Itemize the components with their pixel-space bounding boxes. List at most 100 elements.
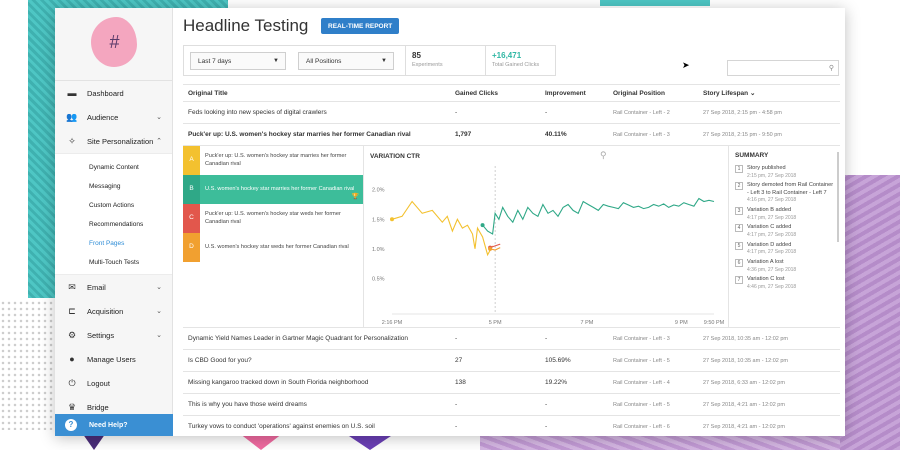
subnav-item-messaging[interactable]: Messaging <box>55 177 172 196</box>
position-select[interactable]: All Positions ▼ <box>298 52 394 70</box>
gained-clicks-cell: - <box>455 401 458 408</box>
event-body: Story published 2:15 pm, 27 Sep 2018 <box>747 165 796 179</box>
event-body: Variation B added 4:17 pm, 27 Sep 2018 <box>747 207 796 221</box>
sidebar-item-email[interactable]: ✉ Email ⌄ <box>55 275 172 299</box>
table-rows-bottom: Dynamic Yield Names Leader in Gartner Ma… <box>183 328 840 436</box>
sidebar-nav: ▬ Dashboard 👥 Audience ⌄ ✧ Site Personalizatio… <box>55 80 172 419</box>
gained-clicks-cell: - <box>455 335 458 342</box>
variation-ctr-chart: VARIATION CTR ⚲ 2.0% 1.5% 1.0% 0.5% 2:16 PM 5… <box>363 146 729 328</box>
magic-wand-icon: ✧ <box>68 135 76 146</box>
sidebar-item-label: Audience <box>87 112 119 122</box>
gained-clicks-stat: +16,471 Total Gained Clicks <box>485 46 557 75</box>
table-row[interactable]: This is why you have those weird dreams -… <box>183 394 840 416</box>
event-date: 4:17 pm, 27 Sep 2018 <box>747 249 797 256</box>
table-row[interactable]: Missing kangaroo tracked down in South F… <box>183 372 840 394</box>
column-header-improvement[interactable]: Improvement <box>545 85 586 101</box>
table-row[interactable]: Dynamic Yield Names Leader in Gartner Ma… <box>183 328 840 350</box>
chevron-down-icon: ▼ <box>381 58 387 64</box>
chevron-down-icon: ⌄ <box>156 308 162 315</box>
subnav-item-front-pages[interactable]: Front Pages <box>55 234 172 253</box>
event-text: Variation D added <box>747 241 792 248</box>
variation-item-c[interactable]: C Puck'er up: U.S. women's hockey star we… <box>183 204 363 233</box>
date-range-value: Last 7 days <box>198 57 232 65</box>
background-dots <box>0 300 60 430</box>
variation-badge: D <box>183 233 200 262</box>
summary-event: 5 Variation D added 4:17 pm, 27 Sep 2018 <box>735 241 834 256</box>
mouse-cursor: ➤ <box>682 60 690 70</box>
variation-list: A Puck'er up: U.S. women's hockey star ma… <box>183 146 363 328</box>
position-cell: Rail Container - Left - 3 <box>613 131 670 138</box>
improvement-cell: - <box>545 109 548 116</box>
sidebar-subnav: Dynamic Content Messaging Custom Actions Re… <box>55 153 172 275</box>
chevron-down-icon: ⌄ <box>156 114 162 121</box>
sidebar-item-dashboard[interactable]: ▬ Dashboard <box>55 81 172 105</box>
dashboard-icon: ▬ <box>67 88 77 98</box>
position-cell: Rail Container - Left - 4 <box>613 379 670 386</box>
gained-clicks-cell: 1,797 <box>455 131 472 138</box>
sidebar-item-audience[interactable]: 👥 Audience ⌄ <box>55 105 172 129</box>
variation-item-d[interactable]: D U.S. women's hockey star weds her forme… <box>183 233 363 262</box>
event-date: 2:15 pm, 27 Sep 2018 <box>747 172 797 179</box>
subnav-item-multi-touch-tests[interactable]: Multi-Touch Tests <box>55 253 172 272</box>
gained-clicks-cell: 27 <box>455 357 463 364</box>
sidebar-item-acquisition[interactable]: ⊏ Acquisition ⌄ <box>55 299 172 323</box>
improvement-cell: - <box>545 423 548 430</box>
variation-text: Puck'er up: U.S. women's hockey star wed… <box>205 210 341 225</box>
column-header-original-position[interactable]: Original Position <box>613 85 665 101</box>
sidebar-item-logout[interactable]: ⏻ Logout <box>55 371 172 395</box>
event-date: 4:17 pm, 27 Sep 2018 <box>747 231 797 238</box>
trophy-icon: 🏆 <box>351 193 359 200</box>
lifespan-cell: 27 Sep 2018, 6:33 am - 12:02 pm <box>703 379 785 386</box>
sidebar-item-site-personalization[interactable]: ✧ Site Personalization ⌃ <box>55 129 172 153</box>
acquisition-icon: ⊏ <box>68 305 76 316</box>
search-input[interactable]: ⚲ <box>727 60 839 76</box>
sidebar-item-label: Site Personalization <box>87 136 154 146</box>
event-number: 2 <box>735 182 743 191</box>
settings-icon: ⚙ <box>67 329 77 340</box>
table-row[interactable]: Feds looking into new species of digital… <box>183 102 840 124</box>
event-body: Variation D added 4:17 pm, 27 Sep 2018 <box>747 242 796 256</box>
variation-item-b[interactable]: B U.S. women's hockey star marries her fo… <box>183 175 363 204</box>
event-number: 4 <box>735 224 743 233</box>
audience-icon: 👥 <box>66 111 78 122</box>
event-text: Variation B added <box>747 207 792 214</box>
column-header-original-title[interactable]: Original Title <box>188 85 228 101</box>
chevron-down-icon: ▼ <box>273 58 279 64</box>
variation-item-a[interactable]: A Puck'er up: U.S. women's hockey star ma… <box>183 146 363 175</box>
event-date: 4:36 pm, 27 Sep 2018 <box>747 266 797 273</box>
lifespan-cell: 27 Sep 2018, 2:15 pm - 9:50 pm <box>703 131 782 138</box>
subnav-item-dynamic-content[interactable]: Dynamic Content <box>55 158 172 177</box>
position-cell: Rail Container - Left - 3 <box>613 335 670 342</box>
summary-scrollbar[interactable] <box>837 152 839 242</box>
title-cell: Missing kangaroo tracked down in South F… <box>188 379 369 386</box>
column-header-story-lifespan[interactable]: Story Lifespan ⌄ <box>703 85 755 101</box>
date-range-select[interactable]: Last 7 days ▼ <box>190 52 286 70</box>
subnav-item-recommendations[interactable]: Recommendations <box>55 215 172 234</box>
improvement-cell: 19.22% <box>545 379 568 386</box>
table-row[interactable]: Turkey vows to conduct 'operations' agai… <box>183 416 840 436</box>
series-line-a <box>391 200 494 257</box>
headline-table: Original Title Gained Clicks Improvement Or… <box>183 84 840 436</box>
column-header-gained-clicks[interactable]: Gained Clicks <box>455 85 498 101</box>
sidebar-item-manage-users[interactable]: ● Manage Users <box>55 347 172 371</box>
gained-clicks-label: Total Gained Clicks <box>492 62 540 68</box>
real-time-report-button[interactable]: REAL-TIME REPORT <box>321 18 400 34</box>
chevron-down-icon: ⌄ <box>156 284 162 291</box>
brand-logo[interactable]: # <box>90 17 137 67</box>
email-icon: ✉ <box>68 281 76 292</box>
sidebar-item-label: Manage Users <box>87 354 136 364</box>
filter-bar: Last 7 days ▼ All Positions ▼ 85 Experim… <box>183 45 556 76</box>
subnav-item-custom-actions[interactable]: Custom Actions <box>55 196 172 215</box>
table-row[interactable]: Is CBD Good for you? 27 105.69% Rail Contai… <box>183 350 840 372</box>
sidebar-item-label: Email <box>87 282 106 292</box>
table-row[interactable]: Puck'er up: U.S. women's hockey star mar… <box>183 124 840 146</box>
variation-badge: C <box>183 204 200 233</box>
series-start-point-a <box>390 217 394 222</box>
user-icon: ● <box>69 354 75 364</box>
event-text: Story demoted from Rail Container - Left… <box>747 182 834 196</box>
table-rows-top: Feds looking into new species of digital… <box>183 102 840 146</box>
lifespan-cell: 27 Sep 2018, 2:15 pm - 4:58 pm <box>703 109 782 116</box>
chevron-down-icon: ⌄ <box>156 332 162 339</box>
need-help-button[interactable]: ? Need Help? <box>55 414 173 436</box>
sidebar-item-settings[interactable]: ⚙ Settings ⌄ <box>55 323 172 347</box>
